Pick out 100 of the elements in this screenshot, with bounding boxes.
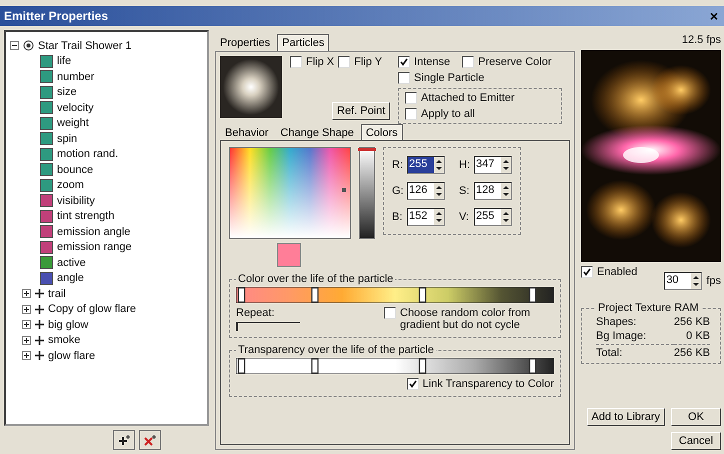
ram-label: Total: bbox=[596, 344, 674, 359]
ram-value: 256 KB bbox=[674, 344, 710, 359]
spin-arrows-icon[interactable] bbox=[434, 209, 444, 225]
tab[interactable]: Colors bbox=[360, 124, 403, 141]
spin-arrows-icon[interactable] bbox=[501, 209, 511, 225]
ram-value: 0 KB bbox=[685, 330, 710, 342]
checkbox[interactable]: Apply to all bbox=[405, 108, 556, 120]
tree-item[interactable]: emission range bbox=[57, 241, 132, 254]
checkbox[interactable]: Attached to Emitter bbox=[405, 92, 556, 104]
tree-item[interactable]: emission angle bbox=[57, 226, 130, 238]
tree-item[interactable]: size bbox=[57, 86, 77, 98]
spin-field[interactable]: 255 bbox=[407, 156, 445, 174]
add-to-library-button[interactable]: Add to Library bbox=[586, 408, 665, 426]
tree-item[interactable]: visibility bbox=[57, 194, 95, 207]
spin-arrows-icon[interactable] bbox=[434, 157, 444, 173]
expand-toggle[interactable] bbox=[22, 304, 31, 314]
field-label: V: bbox=[459, 211, 470, 223]
field-label: R: bbox=[392, 159, 404, 171]
field-label: G: bbox=[392, 185, 404, 197]
expand-toggle[interactable] bbox=[22, 336, 31, 345]
check-icon bbox=[400, 58, 408, 66]
repeat-label: Repeat: bbox=[236, 307, 276, 319]
repeat-slider[interactable] bbox=[236, 322, 300, 331]
tree-item[interactable]: motion rand. bbox=[57, 148, 118, 160]
tree-item[interactable]: big glow bbox=[48, 318, 88, 331]
sparkle-icon bbox=[35, 304, 44, 314]
brightness-slider[interactable] bbox=[359, 147, 375, 239]
fps-field[interactable]: 30 bbox=[664, 272, 702, 290]
tab[interactable]: Change Shape bbox=[275, 124, 359, 141]
check-icon bbox=[408, 380, 417, 388]
add-icon bbox=[116, 434, 130, 446]
tree-item[interactable]: Copy of glow flare bbox=[48, 303, 136, 316]
transparency-group: Transparency over the life of the particle Link Transparency to Color bbox=[229, 344, 561, 397]
color-gradient-bar[interactable] bbox=[236, 287, 554, 303]
tree-item[interactable]: angle bbox=[57, 272, 84, 284]
target-icon bbox=[23, 40, 34, 52]
spin-arrows-icon[interactable] bbox=[691, 273, 702, 289]
sparkle-icon bbox=[35, 289, 44, 298]
sparkle-icon bbox=[35, 336, 44, 345]
color-spectrum[interactable] bbox=[229, 147, 351, 239]
add-button[interactable] bbox=[112, 430, 134, 450]
ref-point-button[interactable]: Ref. Point bbox=[332, 102, 390, 120]
tree-item[interactable]: bounce bbox=[57, 164, 94, 176]
field-label: B: bbox=[392, 211, 404, 223]
spin-field[interactable]: 152 bbox=[407, 208, 445, 226]
expand-toggle[interactable] bbox=[22, 320, 31, 330]
tree-item[interactable]: number bbox=[57, 70, 94, 83]
spin-arrows-icon[interactable] bbox=[501, 183, 511, 199]
checkbox[interactable]: Flip X bbox=[290, 56, 334, 68]
delete-icon bbox=[142, 434, 156, 446]
spin-arrows-icon[interactable] bbox=[434, 183, 444, 199]
cancel-button[interactable]: Cancel bbox=[671, 432, 721, 450]
tab[interactable]: Behavior bbox=[220, 124, 274, 141]
tree-item[interactable]: zoom bbox=[57, 179, 84, 192]
tree-item[interactable]: Star Trail Shower 1 bbox=[38, 40, 132, 52]
tree-item[interactable]: active bbox=[57, 256, 86, 269]
checkbox[interactable]: Intense bbox=[398, 56, 450, 68]
ram-label: Bg Image: bbox=[596, 330, 648, 342]
fps-unit: fps bbox=[706, 275, 721, 287]
window-title: Emitter Properties bbox=[4, 9, 108, 23]
ok-button[interactable]: OK bbox=[671, 408, 721, 426]
tree-item[interactable]: smoke bbox=[48, 334, 80, 346]
field-label: S: bbox=[459, 185, 470, 197]
transparency-gradient-bar[interactable] bbox=[236, 358, 554, 374]
checkbox[interactable]: Choose random color from gradient but do not cycle bbox=[384, 307, 554, 331]
color-gradient-group: Color over the life of the particle Repeat: Choose random color from gradient but do not cycle bbox=[229, 273, 561, 338]
tree-item[interactable]: trail bbox=[48, 288, 66, 300]
checkbox[interactable]: Single Particle bbox=[398, 72, 562, 84]
checkbox[interactable]: Link Transparency to Color bbox=[406, 378, 554, 390]
tab[interactable]: Properties bbox=[215, 34, 276, 51]
spin-field[interactable]: 255 bbox=[474, 208, 512, 226]
sparkle-icon bbox=[35, 351, 44, 360]
tree-item[interactable]: tint strength bbox=[57, 210, 114, 222]
collapse-toggle[interactable] bbox=[10, 41, 19, 50]
expand-toggle[interactable] bbox=[22, 289, 31, 298]
slider-thumb[interactable] bbox=[358, 148, 376, 151]
ram-label: Shapes: bbox=[596, 316, 638, 328]
check-icon bbox=[583, 268, 591, 276]
checkbox[interactable]: Preserve Color bbox=[462, 56, 552, 68]
close-button[interactable]: × bbox=[708, 8, 720, 24]
tree-item[interactable]: glow flare bbox=[48, 350, 96, 362]
color-swatch bbox=[277, 243, 301, 267]
color-marker[interactable] bbox=[342, 188, 346, 192]
spin-field[interactable]: 347 bbox=[474, 156, 512, 174]
fps-readout: 12.5 fps bbox=[682, 34, 721, 46]
tree-item[interactable]: spin bbox=[57, 132, 78, 145]
tree-item[interactable]: velocity bbox=[57, 102, 94, 114]
expand-toggle[interactable] bbox=[22, 351, 31, 360]
tree-item[interactable]: weight bbox=[57, 117, 89, 130]
spin-arrows-icon[interactable] bbox=[501, 157, 511, 173]
checkbox[interactable]: Enabled bbox=[581, 266, 638, 278]
checkbox[interactable]: Flip Y bbox=[338, 56, 382, 68]
tab[interactable]: Particles bbox=[277, 34, 330, 51]
delete-button[interactable] bbox=[138, 430, 160, 450]
tree-item[interactable]: life bbox=[57, 55, 72, 68]
field-label: H: bbox=[459, 159, 471, 171]
ram-value: 256 KB bbox=[674, 316, 710, 328]
spin-field[interactable]: 128 bbox=[474, 182, 512, 200]
spin-field[interactable]: 126 bbox=[407, 182, 445, 200]
sparkle-icon bbox=[35, 320, 44, 330]
